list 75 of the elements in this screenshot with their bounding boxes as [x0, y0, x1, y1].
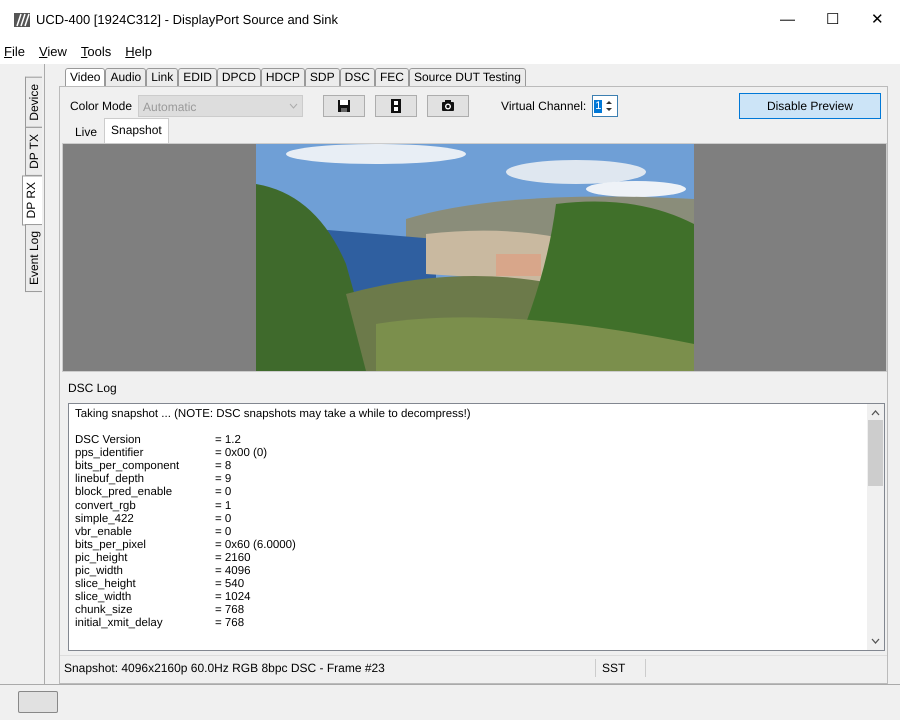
log-key: pic_height	[75, 552, 215, 566]
view-tab[interactable]: Snapshot	[104, 118, 169, 143]
log-key: simple_422	[75, 512, 215, 526]
tab[interactable]: Source DUT Testing	[408, 68, 526, 86]
tab[interactable]: HDCP	[260, 68, 305, 86]
log-value: = 1	[215, 500, 232, 513]
save-button[interactable]	[323, 95, 366, 117]
tab[interactable]: Audio	[105, 68, 146, 86]
app-logo-icon	[14, 13, 30, 27]
camera-icon	[441, 99, 456, 113]
virtual-channel-spinbox[interactable]: 1	[592, 95, 618, 117]
log-value: = 540	[215, 578, 244, 592]
log-key: pps_identifier	[75, 447, 215, 460]
scroll-thumb[interactable]	[868, 420, 883, 486]
tab[interactable]: Video	[65, 68, 106, 86]
virtual-channel-label: Virtual Channel:	[501, 98, 586, 115]
log-value: = 0	[215, 512, 232, 526]
side-tab[interactable]: DP TX	[25, 126, 42, 176]
menu-item[interactable]: Help	[125, 42, 152, 62]
menu-item[interactable]: Tools	[80, 42, 112, 62]
window-title: UCD-400 [1924C312] - DisplayPort Source and Sink	[36, 11, 338, 30]
menu-item[interactable]: View	[38, 42, 67, 62]
camera-button[interactable]	[427, 95, 470, 117]
log-key: convert_rgb	[75, 500, 215, 513]
status-mode: SST	[596, 658, 646, 676]
film-button[interactable]	[375, 95, 418, 117]
scroll-down-icon[interactable]	[871, 638, 880, 644]
log-key: bits_per_pixel	[75, 538, 215, 552]
log-value: = 0x60 (6.0000)	[215, 538, 296, 552]
log-line: Taking snapshot ... (NOTE: DSC snapshots may take a while to decompress!)	[75, 408, 472, 422]
spin-arrows-icon[interactable]	[604, 98, 614, 114]
log-value: = 1024	[215, 591, 250, 604]
color-mode-label: Color Mode	[70, 98, 132, 115]
log-value: = 2160	[215, 552, 250, 566]
taskbar-button[interactable]	[18, 691, 58, 713]
tab[interactable]: SDP	[304, 68, 340, 86]
log-key: bits_per_component	[75, 460, 215, 474]
log-value: = 4096	[215, 565, 250, 578]
log-key: linebuf_depth	[75, 473, 215, 486]
log-value: = 0	[215, 526, 232, 539]
log-value: = 9	[215, 473, 232, 486]
log-value: = 768	[215, 617, 244, 630]
tab[interactable]: Link	[146, 68, 178, 86]
log-key: vbr_enable	[75, 526, 215, 539]
view-tab[interactable]: Live	[68, 120, 104, 143]
scrollbar[interactable]	[867, 404, 884, 650]
tab[interactable]: DPCD	[216, 68, 261, 86]
log-title: DSC Log	[67, 380, 118, 397]
log-key: chunk_size	[75, 604, 215, 618]
status-info: Snapshot: 4096x2160p 60.0Hz RGB 8bpc DSC - Frame #23	[60, 658, 596, 676]
scroll-up-icon[interactable]	[871, 410, 880, 416]
disable-preview-button[interactable]: Disable Preview	[739, 93, 881, 119]
log-value: = 8	[215, 460, 232, 474]
log-value: = 1.2	[215, 434, 241, 448]
side-tab[interactable]: Event Log	[25, 224, 42, 292]
log-key: slice_width	[75, 591, 215, 604]
log-value: = 768	[215, 604, 244, 618]
log-key: initial_xmit_delay	[75, 617, 215, 630]
menu-item[interactable]: File	[4, 42, 25, 62]
side-tab[interactable]: DP RX	[22, 174, 42, 226]
save-icon	[337, 99, 352, 113]
log-key: block_pred_enable	[75, 486, 215, 500]
side-tab[interactable]: Device	[25, 77, 42, 128]
maximize-button[interactable]: ☐	[810, 8, 855, 32]
log-value: = 0	[215, 486, 232, 500]
tab[interactable]: FEC	[374, 68, 409, 86]
log-key: slice_height	[75, 578, 215, 592]
log-key: pic_width	[75, 565, 215, 578]
log-value: = 0x00 (0)	[215, 447, 268, 460]
tab[interactable]: EDID	[178, 68, 217, 86]
film-icon	[389, 99, 404, 113]
tab[interactable]: DSC	[340, 68, 375, 86]
log-key: DSC Version	[75, 434, 215, 448]
minimize-button[interactable]: —	[765, 8, 810, 32]
close-button[interactable]: ✕	[855, 8, 900, 32]
